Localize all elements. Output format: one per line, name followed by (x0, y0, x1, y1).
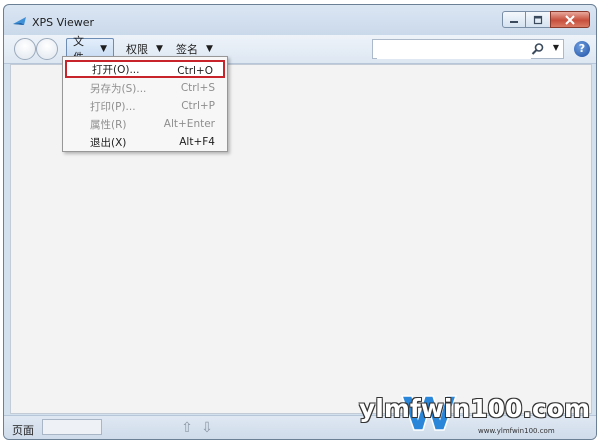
menu-signatures-label: 签名 (176, 43, 198, 56)
menu-item-print-shortcut: Ctrl+P (181, 100, 215, 112)
menu-item-print[interactable]: 打印(P)... Ctrl+P (65, 97, 225, 115)
menu-item-save-as-shortcut: Ctrl+S (180, 82, 215, 94)
menu-item-save-as[interactable]: 另存为(S)... Ctrl+S (65, 79, 225, 97)
page-label: 页面 (12, 424, 34, 437)
menu-item-properties[interactable]: 属性(R) Alt+Enter (65, 115, 225, 133)
page-number-input[interactable] (42, 419, 102, 435)
chevron-down-icon: ▼ (156, 44, 163, 54)
search-options-chevron-icon[interactable]: ▼ (553, 43, 559, 52)
watermark-text: ylmfwin100.com (359, 394, 590, 423)
menu-item-open-label: 打开(O)... (92, 63, 140, 76)
chevron-down-icon: ▼ (206, 44, 213, 54)
menu-item-exit[interactable]: 退出(X) Alt+F4 (65, 133, 225, 151)
file-menu-dropdown: 打开(O)... Ctrl+O 另存为(S)... Ctrl+S 打印(P)..… (62, 56, 228, 152)
watermark-subtext: www.ylmfwin100.com (478, 427, 555, 435)
search-icon[interactable] (531, 42, 545, 56)
search-box: ▼ (372, 39, 564, 59)
minimize-icon (510, 20, 518, 23)
menu-item-properties-shortcut: Alt+Enter (163, 118, 215, 130)
menu-item-open[interactable]: 打开(O)... Ctrl+O (65, 60, 225, 78)
page-down-icon[interactable]: ⇩ (200, 420, 214, 436)
forward-button[interactable] (36, 38, 58, 60)
chevron-down-icon: ▼ (100, 44, 107, 54)
menu-item-print-label: 打印(P)... (90, 100, 136, 113)
menu-item-exit-shortcut: Alt+F4 (179, 136, 215, 148)
menu-item-properties-label: 属性(R) (90, 118, 127, 131)
search-input[interactable] (377, 41, 531, 59)
maximize-icon (533, 15, 543, 24)
close-button[interactable] (550, 11, 590, 28)
maximize-button[interactable] (526, 11, 550, 28)
minimize-button[interactable] (502, 11, 526, 28)
menu-item-open-shortcut: Ctrl+O (177, 65, 213, 77)
page-up-icon[interactable]: ⇧ (180, 420, 194, 436)
back-button[interactable] (14, 38, 36, 60)
help-icon[interactable]: ? (574, 41, 590, 57)
caption-buttons (502, 11, 590, 29)
xps-viewer-icon (13, 17, 26, 25)
menu-permissions-label: 权限 (126, 43, 148, 56)
close-icon (565, 14, 575, 25)
menu-item-exit-label: 退出(X) (90, 136, 127, 149)
menu-item-save-as-label: 另存为(S)... (90, 82, 147, 95)
title-bar: XPS Viewer (4, 5, 596, 35)
window-title: XPS Viewer (32, 16, 95, 29)
